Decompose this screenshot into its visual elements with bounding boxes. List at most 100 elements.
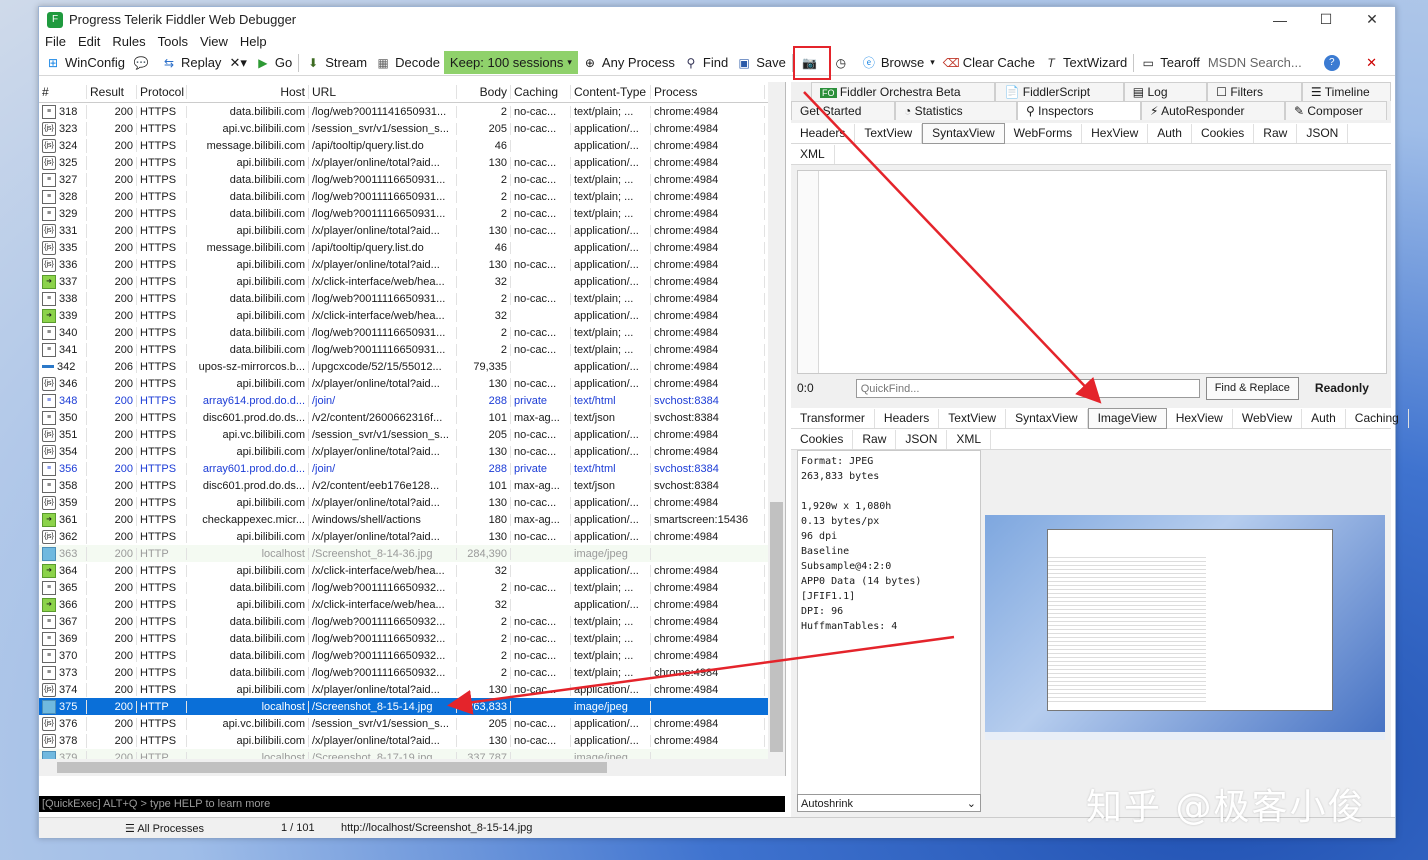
resp-tab-syntaxview[interactable]: SyntaxView [1006, 408, 1088, 428]
horizontal-scrollbar[interactable] [39, 759, 768, 776]
resp-tab-cookies[interactable]: Cookies [791, 429, 854, 449]
table-row[interactable]: {js} 324 200 HTTPS message.bilibili.com/api/… [39, 137, 785, 154]
go-button[interactable]: ▶ Go [251, 52, 296, 74]
col-result[interactable]: Result [87, 85, 137, 99]
keep-sessions-dropdown[interactable]: Keep: 100 sessions ▾ [443, 51, 578, 74]
table-row[interactable]: ➜ 337 200 HTTPS api.bilibili.com/x/click-int… [39, 273, 785, 290]
find-button[interactable]: ⚲ Find [679, 52, 732, 74]
tab-filters[interactable]: ☐ Filters [1207, 82, 1302, 101]
table-row[interactable]: ≡ 338 200 HTTPS data.bilibili.com/log/web?00… [39, 290, 785, 307]
tab-composer[interactable]: ✎ Composer [1285, 101, 1387, 120]
table-row[interactable]: 363 200 HTTP localhost/Screenshot_8-14-36.j… [39, 545, 785, 562]
vertical-scrollbar[interactable] [768, 82, 785, 776]
menu-file[interactable]: File [45, 34, 66, 49]
table-row[interactable]: ≡ 365 200 HTTPS data.bilibili.com/log/web?00… [39, 579, 785, 596]
tab-fiddlerscript[interactable]: 📄 FiddlerScript [995, 82, 1124, 101]
menu-help[interactable]: Help [240, 34, 267, 49]
table-row[interactable]: {js} 325 200 HTTPS api.bilibili.com/x/player… [39, 154, 785, 171]
quickexec-input[interactable]: [QuickExec] ALT+Q > type HELP to learn m… [39, 796, 785, 812]
req-tab-syntaxview[interactable]: SyntaxView [922, 122, 1005, 144]
table-row[interactable]: {js} 354 200 HTTPS api.bilibili.com/x/player… [39, 443, 785, 460]
process-filter[interactable]: ☰ All Processes [125, 822, 265, 835]
table-row[interactable]: {js} 351 200 HTTPS api.vc.bilibili.com/sessi… [39, 426, 785, 443]
req-tab-textview[interactable]: TextView [855, 123, 923, 143]
col-body[interactable]: Body [457, 85, 511, 99]
close-button[interactable]: ✕ [1349, 7, 1395, 32]
tab-fiddler-orchestra[interactable]: FO Fiddler Orchestra Beta [811, 82, 996, 101]
scrollbar-thumb[interactable] [770, 502, 783, 752]
find-replace-button[interactable]: Find & Replace [1205, 376, 1299, 400]
col-caching[interactable]: Caching [511, 85, 571, 99]
req-tab-auth[interactable]: Auth [1148, 123, 1192, 143]
table-row[interactable]: ≡ 348 200 HTTPS array614.prod.do.d.../join/2… [39, 392, 785, 409]
textwizard-button[interactable]: T TextWizard [1039, 52, 1131, 74]
comment-button[interactable]: 💬 [129, 52, 157, 74]
screenshot-button[interactable]: 📷 [792, 45, 831, 80]
menu-rules[interactable]: Rules [112, 34, 145, 49]
table-row[interactable]: {js} 336 200 HTTPS api.bilibili.com/x/player… [39, 256, 785, 273]
any-process-button[interactable]: ⊕ Any Process [578, 52, 679, 74]
table-row[interactable]: {js} 376 200 HTTPS api.vc.bilibili.com/sessi… [39, 715, 785, 732]
quickfind-input[interactable]: QuickFind... [855, 378, 1200, 398]
resp-tab-transformer[interactable]: Transformer [791, 408, 875, 428]
table-row[interactable]: ≡ 327 200 HTTPS data.bilibili.com/log/web?00… [39, 171, 785, 188]
col-number[interactable]: # [39, 85, 87, 99]
table-row[interactable]: ➜ 361 200 HTTPS checkappexec.micr.../windows… [39, 511, 785, 528]
col-process[interactable]: Process [651, 85, 765, 99]
table-row[interactable]: ≡ 369 200 HTTPS data.bilibili.com/log/web?00… [39, 630, 785, 647]
table-row[interactable]: ≡ 358 200 HTTPS disc601.prod.do.ds.../v2/con… [39, 477, 785, 494]
req-tab-hexview[interactable]: HexView [1082, 123, 1149, 143]
tab-log[interactable]: ▤ Log [1123, 82, 1208, 101]
remove-dropdown[interactable]: ✕▾ [225, 52, 250, 74]
table-row[interactable]: 375 200 HTTP localhost/Screenshot_8-15-14.j… [39, 698, 785, 715]
table-row[interactable]: ➜ 339 200 HTTPS api.bilibili.com/x/click-int… [39, 307, 785, 324]
table-row[interactable]: ≡ 341 200 HTTPS data.bilibili.com/log/web?00… [39, 341, 785, 358]
table-row[interactable]: ≡ 328 200 HTTPS data.bilibili.com/log/web?00… [39, 188, 785, 205]
req-tab-cookies[interactable]: Cookies [1192, 123, 1255, 143]
resp-tab-caching[interactable]: Caching [1346, 408, 1409, 428]
table-row[interactable]: ≡ 340 200 HTTPS data.bilibili.com/log/web?00… [39, 324, 785, 341]
tab-statistics[interactable]: ◔ Statistics [895, 101, 1017, 120]
req-tab-json[interactable]: JSON [1297, 123, 1349, 143]
msdn-search-input[interactable]: MSDN Search... [1204, 52, 1320, 74]
req-tab-raw[interactable]: Raw [1254, 123, 1298, 143]
table-row[interactable]: {js} 346 200 HTTPS api.bilibili.com/x/player… [39, 375, 785, 392]
table-row[interactable]: ➜ 366 200 HTTPS api.bilibili.com/x/click-int… [39, 596, 785, 613]
request-editor[interactable] [797, 170, 1387, 374]
table-row[interactable]: {js} 362 200 HTTPS api.bilibili.com/x/player… [39, 528, 785, 545]
minimize-button[interactable]: — [1257, 7, 1303, 32]
resp-tab-webview[interactable]: WebView [1233, 408, 1303, 428]
resp-tab-json[interactable]: JSON [896, 429, 948, 449]
resp-tab-imageview[interactable]: ImageView [1087, 407, 1167, 429]
col-host[interactable]: Host [187, 85, 309, 99]
table-row[interactable]: {js} 378 200 HTTPS api.bilibili.com/x/player… [39, 732, 785, 749]
stream-button[interactable]: ⬇ Stream [301, 52, 371, 74]
menu-tools[interactable]: Tools [158, 34, 188, 49]
tab-get-started[interactable]: Get Started [791, 101, 895, 120]
tab-timeline[interactable]: ☰ Timeline [1301, 82, 1391, 101]
winconfig-button[interactable]: ⊞ WinConfig [41, 52, 129, 74]
resp-tab-headers[interactable]: Headers [875, 408, 940, 428]
table-row[interactable]: 342 206 HTTPS upos-sz-mirrorcos.b.../upgcxc… [39, 358, 785, 375]
tearoff-button[interactable]: ▭ Tearoff [1136, 52, 1204, 74]
resp-tab-raw[interactable]: Raw [853, 429, 897, 449]
resp-tab-hexview[interactable]: HexView [1167, 408, 1233, 428]
table-row[interactable]: ≡ 370 200 HTTPS data.bilibili.com/log/web?00… [39, 647, 785, 664]
decode-button[interactable]: ▦ Decode [371, 52, 444, 74]
resp-tab-textview[interactable]: TextView [939, 408, 1007, 428]
table-row[interactable]: ≡ 350 200 HTTPS disc601.prod.do.ds.../v2/con… [39, 409, 785, 426]
resp-tab-auth[interactable]: Auth [1302, 408, 1346, 428]
tab-inspectors[interactable]: ⚲ Inspectors [1017, 101, 1141, 120]
col-protocol[interactable]: Protocol [137, 85, 187, 99]
table-row[interactable]: ≡ 373 200 HTTPS data.bilibili.com/log/web?00… [39, 664, 785, 681]
table-row[interactable]: {js} 359 200 HTTPS api.bilibili.com/x/player… [39, 494, 785, 511]
scrollbar-thumb[interactable] [57, 762, 607, 773]
table-row[interactable]: ≡ 329 200 HTTPS data.bilibili.com/log/web?00… [39, 205, 785, 222]
table-row[interactable]: ≡ 318 200 HTTPS data.bilibili.com/log/web?00… [39, 103, 785, 120]
table-row[interactable]: ≡ 367 200 HTTPS data.bilibili.com/log/web?00… [39, 613, 785, 630]
col-url[interactable]: URL [309, 85, 457, 99]
table-row[interactable]: ≡ 356 200 HTTPS array601.prod.do.d.../join/2… [39, 460, 785, 477]
table-row[interactable]: ➜ 364 200 HTTPS api.bilibili.com/x/click-int… [39, 562, 785, 579]
save-button[interactable]: ▣ Save [732, 52, 790, 74]
browse-button[interactable]: ⓔ Browse ▾ [857, 52, 939, 74]
